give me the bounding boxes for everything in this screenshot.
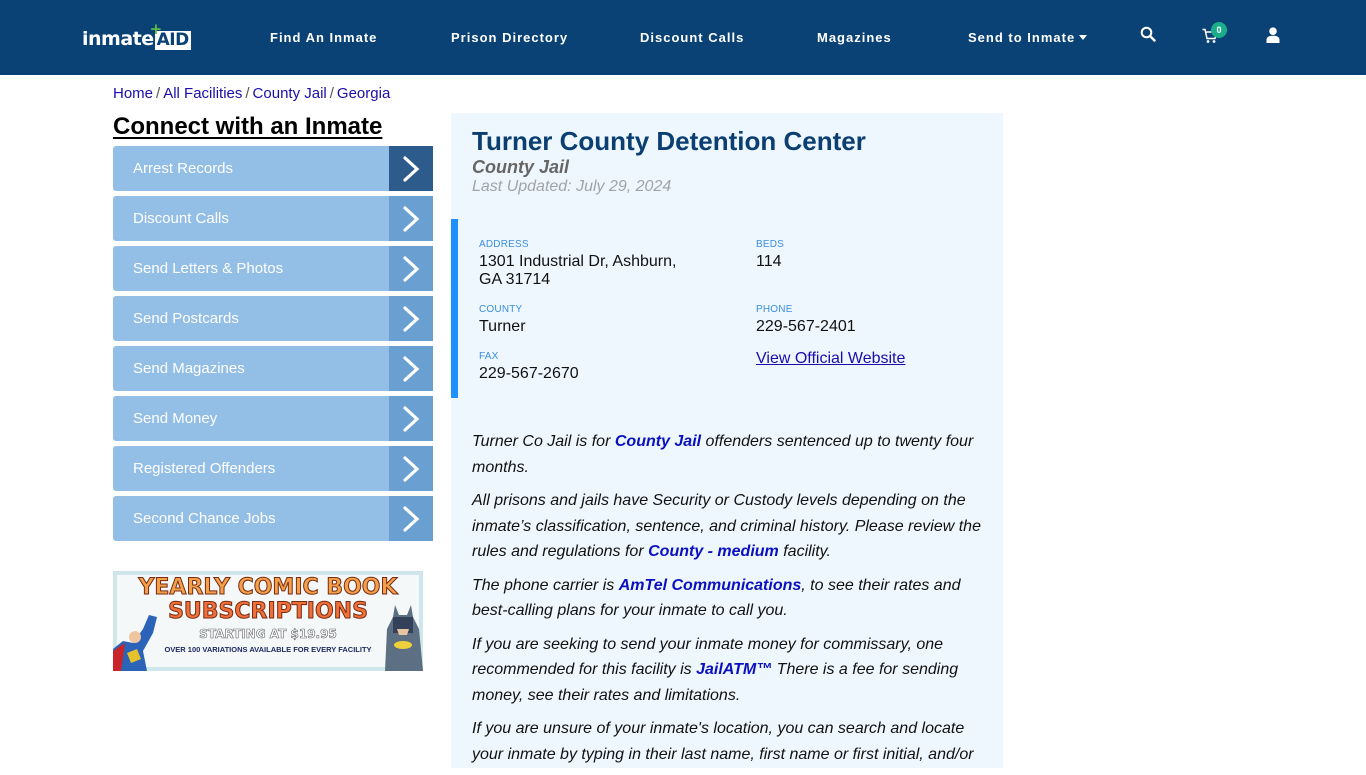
paragraph-send-money: If you are seeking to send your inmate m… — [472, 632, 988, 709]
sidebar-item-label: Discount Calls — [113, 196, 389, 241]
beds-label: BEDS — [756, 239, 785, 250]
cart-count-badge: 0 — [1211, 22, 1227, 38]
nav-discount-calls[interactable]: Discount Calls — [640, 0, 744, 75]
facility-type: County Jail — [472, 157, 570, 177]
logo-text-inmate: inmate — [82, 28, 154, 50]
inmateaid-logo[interactable]: inmate + AID — [82, 22, 191, 50]
breadcrumb-separator: / — [245, 85, 250, 102]
nav-label: Magazines — [817, 30, 892, 45]
last-updated: Last Updated: July 29, 2024 — [472, 178, 672, 195]
nav-label: Discount Calls — [640, 30, 745, 45]
sidebar-item-label: Send Money — [113, 396, 389, 441]
address-label: ADDRESS — [479, 239, 529, 250]
view-official-website-link[interactable]: View Official Website — [756, 350, 905, 368]
county-value: Turner — [479, 318, 526, 335]
breadcrumb: Home / All Facilities / County Jail / Georgia — [113, 85, 390, 102]
county-jail-link[interactable]: County Jail — [615, 433, 701, 450]
chevron-right-icon — [389, 396, 433, 441]
breadcrumb-county-jail[interactable]: County Jail — [253, 85, 327, 102]
sidebar-item-arrest-records[interactable]: Arrest Records — [113, 146, 433, 191]
breadcrumb-georgia[interactable]: Georgia — [337, 85, 390, 102]
sidebar-item-label: Send Magazines — [113, 346, 389, 391]
paragraph-security-level: All prisons and jails have Security or C… — [472, 488, 988, 565]
sidebar-item-send-magazines[interactable]: Send Magazines — [113, 346, 433, 391]
nav-label: Send to Inmate — [968, 30, 1076, 45]
search-icon[interactable] — [1140, 26, 1160, 46]
sidebar-item-send-letters-photos[interactable]: Send Letters & Photos — [113, 246, 433, 291]
breadcrumb-separator: / — [329, 85, 334, 102]
jailatm-link[interactable]: JailATM™ — [696, 661, 772, 678]
phone-label: PHONE — [756, 304, 793, 315]
county-medium-link[interactable]: County - medium — [648, 543, 779, 560]
chevron-right-icon — [389, 246, 433, 291]
nav-prison-directory[interactable]: Prison Directory — [451, 0, 568, 75]
sidebar-item-send-postcards[interactable]: Send Postcards — [113, 296, 433, 341]
nav-send-to-inmate[interactable]: Send to Inmate — [968, 0, 1088, 75]
nav-magazines[interactable]: Magazines — [817, 0, 892, 75]
sidebar-item-label: Second Chance Jobs — [113, 496, 389, 541]
beds-value: 114 — [756, 253, 782, 270]
sidebar-item-label: Arrest Records — [113, 146, 389, 191]
chevron-right-icon — [389, 196, 433, 241]
text: Turner Co Jail is for — [472, 433, 615, 450]
breadcrumb-all-facilities[interactable]: All Facilities — [163, 85, 242, 102]
banner-headline-1: YEARLY COMIC BOOK — [138, 575, 398, 601]
fax-value: 229-567-2670 — [479, 365, 579, 382]
nav-label: Prison Directory — [451, 30, 569, 45]
chevron-right-icon — [389, 296, 433, 341]
superhero-illustration-right — [385, 605, 423, 671]
nav-find-an-inmate[interactable]: Find An Inmate — [270, 0, 377, 75]
paragraph-inmate-search: If you are unsure of your inmate's locat… — [472, 720, 974, 763]
sidebar-item-discount-calls[interactable]: Discount Calls — [113, 196, 433, 241]
chevron-right-icon — [389, 496, 433, 541]
connect-with-inmate-heading: Connect with an Inmate — [113, 113, 383, 140]
comic-subscription-banner[interactable]: YEARLY COMIC BOOK SUBSCRIPTIONS STARTING… — [113, 571, 423, 671]
sidebar-item-registered-offenders[interactable]: Registered Offenders — [113, 446, 433, 491]
user-icon[interactable] — [1266, 27, 1286, 47]
logo-text-aid: + AID — [150, 22, 191, 50]
chevron-right-icon — [389, 446, 433, 491]
caret-down-icon — [1079, 35, 1088, 40]
info-accent-bar — [451, 219, 458, 398]
address-line-1: 1301 Industrial Dr, Ashburn, — [479, 253, 677, 270]
logo-plus-icon: + — [149, 20, 163, 38]
sidebar-item-label: Send Postcards — [113, 296, 389, 341]
fax-label: FAX — [479, 351, 499, 362]
amtel-communications-link[interactable]: AmTel Communications — [619, 577, 802, 594]
facility-description: Turner Co Jail is for County Jail offend… — [472, 429, 988, 775]
sidebar-item-label: Send Letters & Photos — [113, 246, 389, 291]
paragraph-jail-type: Turner Co Jail is for County Jail offend… — [472, 429, 988, 480]
address-line-2: GA 31714 — [479, 271, 551, 288]
facility-name: Turner County Detention Center — [472, 126, 866, 156]
superhero-illustration-left — [113, 615, 157, 671]
phone-value[interactable]: 229-567-2401 — [756, 318, 856, 336]
breadcrumb-separator: / — [156, 85, 161, 102]
sidebar-item-second-chance-jobs[interactable]: Second Chance Jobs — [113, 496, 433, 541]
text: The phone carrier is — [472, 576, 619, 594]
paragraph-phone-carrier: The phone carrier is AmTel Communication… — [472, 573, 988, 624]
connect-menu: Arrest Records Discount Calls Send Lette… — [113, 146, 433, 546]
nav-label: Find An Inmate — [270, 30, 378, 45]
chevron-right-icon — [389, 346, 433, 391]
county-label: COUNTY — [479, 304, 523, 315]
sidebar-item-send-money[interactable]: Send Money — [113, 396, 433, 441]
sidebar-item-label: Registered Offenders — [113, 446, 389, 491]
breadcrumb-home[interactable]: Home — [113, 85, 153, 102]
text: facility. — [778, 543, 831, 560]
chevron-right-icon — [389, 146, 433, 191]
